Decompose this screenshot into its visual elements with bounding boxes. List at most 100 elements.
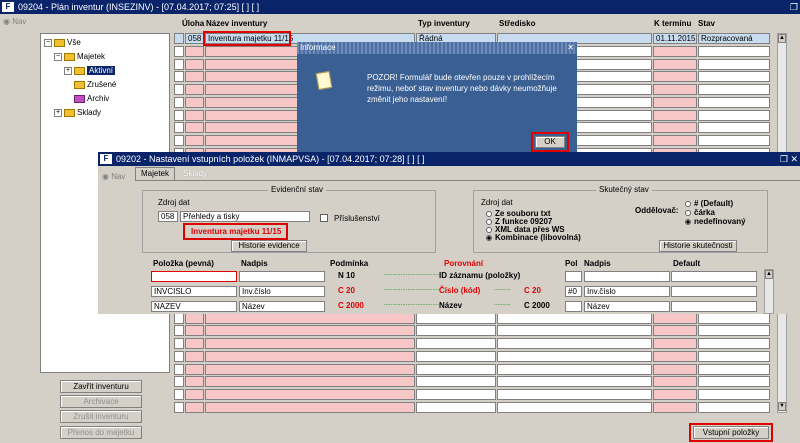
grid-cell[interactable] [698, 122, 770, 134]
grid-cell[interactable] [174, 84, 184, 96]
grid-cell[interactable] [174, 122, 184, 134]
grid-cell[interactable] [698, 58, 770, 70]
grid-cell[interactable] [698, 350, 770, 362]
grid-cell[interactable] [174, 46, 184, 57]
grid-cell[interactable] [185, 134, 204, 146]
tree-node-zrusene[interactable]: Zrušené [74, 80, 116, 90]
default-field[interactable] [671, 286, 757, 297]
grid-cell[interactable] [174, 58, 184, 70]
header-uloha[interactable]: Úloha [182, 19, 204, 28]
zrusit-inventuru-button[interactable]: Zrušit inventuru [60, 410, 142, 423]
collapse-icon[interactable]: − [54, 52, 62, 61]
grid-cell[interactable] [205, 401, 415, 413]
header-k-terminu[interactable]: K termínu [654, 19, 691, 28]
archivace-button[interactable]: Archivace [60, 395, 142, 408]
scroll-down-icon[interactable]: ▼ [778, 402, 786, 411]
col-podminka[interactable]: Podmínka [330, 259, 368, 268]
grid-cell[interactable] [185, 84, 204, 96]
grid-cell[interactable] [698, 363, 770, 375]
nadpis2-field[interactable]: Inv.číslo [584, 286, 670, 297]
grid-cell[interactable] [174, 350, 184, 362]
grid-cell[interactable] [653, 401, 697, 413]
grid-cell[interactable] [416, 312, 496, 324]
grid-cell[interactable] [185, 46, 204, 57]
grid-cell[interactable] [205, 325, 415, 337]
scroll-up-icon[interactable]: ▲ [778, 34, 786, 43]
nav-tab[interactable]: ◉ Nav [3, 17, 26, 26]
zavrit-inventuru-button[interactable]: Zavřít inventuru [60, 380, 142, 393]
collapse-icon[interactable]: − [44, 38, 52, 47]
cell-stav[interactable]: Rozpracovaná [698, 33, 770, 44]
radio-icon[interactable] [685, 200, 691, 207]
tree-node-archiv[interactable]: Archiv [74, 94, 109, 104]
grid-cell[interactable] [185, 363, 204, 375]
grid-cell[interactable] [698, 325, 770, 337]
grid-cell[interactable] [185, 376, 204, 388]
grid-cell[interactable] [653, 134, 697, 146]
pol-field[interactable] [565, 301, 582, 312]
grid-cell[interactable] [185, 96, 204, 108]
grid-cell[interactable] [174, 376, 184, 388]
grid-cell[interactable] [653, 71, 697, 83]
grid-cell[interactable] [698, 376, 770, 388]
polozka-field[interactable] [151, 271, 237, 282]
radio-icon[interactable] [685, 209, 691, 216]
zdroj-code-field[interactable]: 058 [158, 211, 178, 222]
grid-cell[interactable] [497, 325, 652, 337]
grid-cell[interactable] [416, 376, 496, 388]
grid-cell[interactable] [698, 312, 770, 324]
grid-cell[interactable] [653, 122, 697, 134]
grid-cell[interactable] [185, 325, 204, 337]
header-nazev[interactable]: Název inventury [206, 19, 267, 28]
grid-cell[interactable] [205, 363, 415, 375]
grid-cell[interactable] [497, 388, 652, 400]
col-polozka[interactable]: Položka (pevná) [153, 259, 214, 268]
grid-cell[interactable] [174, 71, 184, 83]
grid-cell[interactable] [205, 388, 415, 400]
nadpis-field[interactable] [239, 271, 325, 282]
radio-icon[interactable] [685, 218, 691, 225]
grid-cell[interactable] [205, 312, 415, 324]
grid-cell[interactable] [185, 350, 204, 362]
grid-cell[interactable] [653, 338, 697, 350]
nav-tab[interactable]: ◉ Nav [102, 172, 125, 181]
grid-cell[interactable] [174, 325, 184, 337]
grid-cell[interactable] [653, 388, 697, 400]
nadpis2-field[interactable]: Název [584, 301, 670, 312]
grid-cell[interactable] [653, 363, 697, 375]
prenos-do-majetku-button[interactable]: Přenos do majetku [60, 426, 142, 439]
default-field[interactable] [671, 301, 757, 312]
grid-cell[interactable] [205, 376, 415, 388]
zdroj-option[interactable]: Kombinace (libovolná) [486, 233, 581, 242]
col-nadpis[interactable]: Nadpis [241, 259, 268, 268]
polozka-field[interactable]: NAZEV [151, 301, 237, 312]
grid-cell[interactable] [185, 71, 204, 83]
grid-cell[interactable] [416, 363, 496, 375]
oddelovac-option[interactable]: čárka [685, 208, 715, 217]
grid-cell[interactable] [174, 388, 184, 400]
grid-cell[interactable] [653, 350, 697, 362]
grid-cell[interactable] [185, 338, 204, 350]
grid-cell[interactable] [174, 401, 184, 413]
grid-cell[interactable] [653, 312, 697, 324]
grid-cell[interactable] [416, 325, 496, 337]
tree-node-sklady[interactable]: + Sklady [54, 108, 101, 118]
nadpis2-field[interactable] [584, 271, 670, 282]
grid-cell[interactable] [185, 122, 204, 134]
grid-cell[interactable] [698, 134, 770, 146]
header-stav[interactable]: Stav [698, 19, 715, 28]
grid-cell[interactable] [205, 338, 415, 350]
radio-icon[interactable] [486, 218, 492, 225]
polozka-field[interactable]: INVCISLO [151, 286, 237, 297]
grid-cell[interactable] [497, 401, 652, 413]
historie-skutecnosti-button[interactable]: Historie skutečnosti [659, 240, 737, 252]
col-default[interactable]: Default [673, 259, 700, 268]
header-stredisko[interactable]: Středisko [499, 19, 535, 28]
grid-cell[interactable] [185, 312, 204, 324]
grid-cell[interactable] [653, 46, 697, 57]
grid-cell[interactable] [174, 109, 184, 121]
tab-majetek[interactable]: Majetek [135, 167, 175, 180]
pol-field[interactable]: #0 [565, 286, 582, 297]
tree-node-root[interactable]: − Vše [44, 38, 81, 48]
grid-cell[interactable] [653, 109, 697, 121]
